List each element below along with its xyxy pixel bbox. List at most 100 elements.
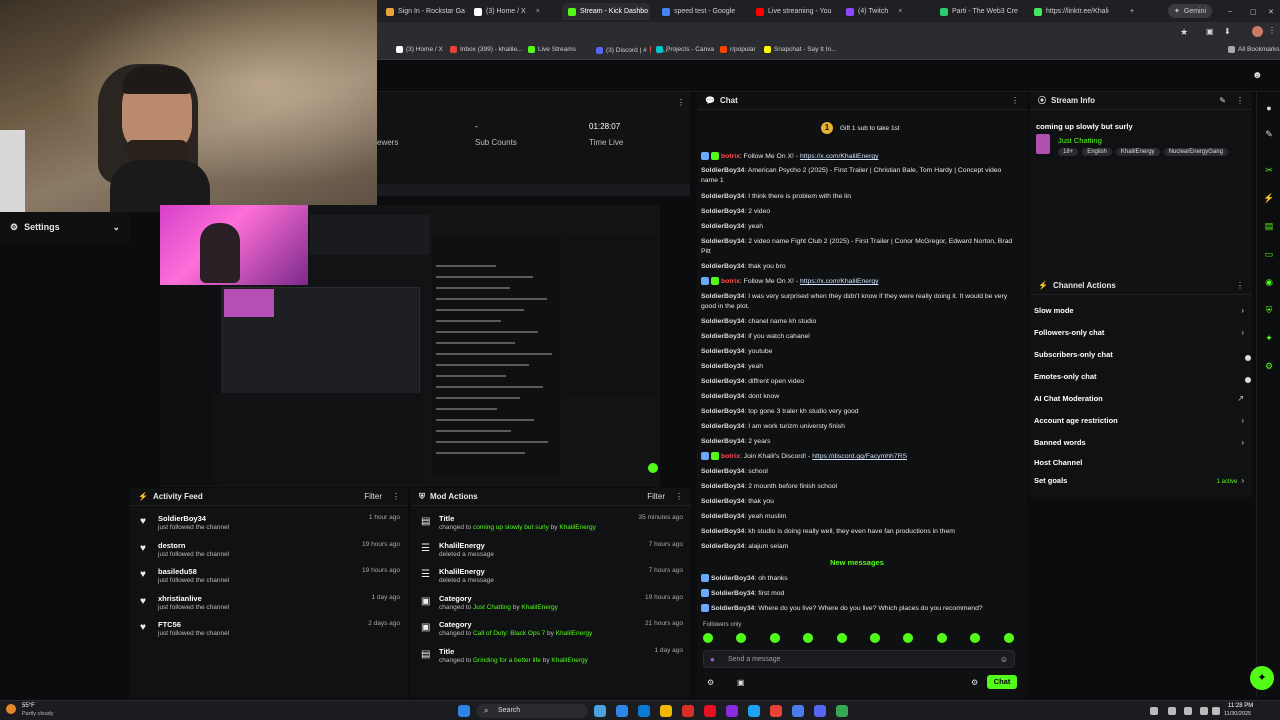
star-icon[interactable]: ★ [1180, 27, 1188, 38]
chat-message[interactable]: SoldierBoy34: 2 video [701, 207, 1019, 217]
taskbar-app-icon[interactable] [660, 705, 672, 717]
chat-username[interactable]: botrix [721, 153, 740, 160]
system-tray-icon[interactable] [1168, 707, 1176, 715]
gift-sub-text[interactable]: Gift 1 sub to take 1st [840, 125, 900, 132]
chat-username[interactable]: SoldierBoy34 [711, 590, 754, 597]
channel-action-item[interactable]: Host Channel [1034, 455, 1244, 469]
extensions-icon[interactable]: ▣ [1206, 27, 1214, 36]
mod-action-item[interactable]: ▤ Title changed to Grinding for a better l… [419, 647, 683, 671]
taskbar-app-icon[interactable] [726, 705, 738, 717]
stream-tag[interactable]: KhalilEnergy [1115, 148, 1160, 156]
bookmark-item[interactable]: r/popular [720, 46, 756, 53]
taskbar-app-icon[interactable] [836, 705, 848, 717]
stats-menu-icon[interactable]: ⋮ [677, 98, 685, 107]
close-tab-icon[interactable]: × [536, 8, 540, 15]
mod-action-item[interactable]: ☰ KhalilEnergy deleted a message 7 hours a… [419, 541, 683, 565]
chat-username[interactable]: SoldierBoy34 [701, 543, 744, 550]
chat-message[interactable]: botrix: Follow Me On X! - https://x.com/… [701, 152, 1019, 162]
chat-message[interactable]: botrix: Follow Me On X! - https://x.com/… [701, 277, 1019, 287]
emote-icon[interactable] [769, 633, 780, 643]
browser-tab[interactable]: Sign In - Rockstar Ga× [380, 3, 468, 20]
chat-username[interactable]: SoldierBoy34 [701, 318, 744, 325]
chat-username[interactable]: SoldierBoy34 [701, 528, 744, 535]
taskbar-app-icon[interactable] [594, 705, 606, 717]
chat-username[interactable]: SoldierBoy34 [701, 193, 744, 200]
mod-action-user[interactable]: KhalilEnergy [551, 657, 588, 664]
chat-username[interactable]: botrix [721, 278, 740, 285]
browser-tab[interactable]: Parti - The Web3 Cre× [934, 3, 1022, 20]
chat-message[interactable]: SoldierBoy34: top gone 3 traler kh studi… [701, 407, 1019, 417]
stream-tag[interactable]: 18+ [1058, 148, 1079, 156]
lightning-icon[interactable]: ⚡ [1263, 192, 1275, 204]
chat-username[interactable]: SoldierBoy34 [711, 575, 754, 582]
channel-action-item[interactable]: Account age restriction › [1034, 413, 1244, 427]
chat-username[interactable]: SoldierBoy34 [701, 423, 744, 430]
chat-message[interactable]: SoldierBoy34: kh studio is doing really … [701, 527, 1019, 537]
mod-filter-button[interactable]: Filter [647, 492, 665, 501]
bookmark-item[interactable]: All Bookmarks [1228, 46, 1280, 53]
stream-info-menu-icon[interactable]: ⋮ [1236, 96, 1244, 105]
wrench-icon[interactable]: ✦ [1263, 332, 1275, 344]
chat-username[interactable]: SoldierBoy34 [701, 223, 744, 230]
mod-action-user[interactable]: KhalilEnergy [556, 630, 593, 637]
chat-link[interactable]: https://discord.gg/Facymhh7RS [812, 453, 907, 460]
activity-item[interactable]: ♥ xhristianlive just followed the channel 1… [138, 594, 400, 618]
chat-message[interactable]: SoldierBoy34: chanel name kh studio [701, 317, 1019, 327]
taskbar-app-icon[interactable] [770, 705, 782, 717]
doc-icon[interactable]: ▤ [1263, 220, 1275, 232]
external-link-icon[interactable]: ↗ [1237, 394, 1244, 403]
chat-input[interactable]: ● Send a message ☺ [703, 650, 1015, 668]
chevron-right-icon[interactable]: › [1241, 306, 1244, 315]
menu-icon[interactable]: ⋮ [1268, 26, 1276, 35]
chat-link[interactable]: https://x.com/KhalilEnergy [800, 153, 879, 160]
gemini-button[interactable]: ✦ Gemini [1168, 4, 1213, 18]
system-tray-icon[interactable] [1184, 707, 1192, 715]
emote-icon[interactable] [803, 633, 814, 643]
gift-count-badge[interactable]: 1 [821, 122, 833, 134]
bookmark-item[interactable]: Inbox (399) - khalile... [450, 46, 523, 53]
bookmark-item[interactable]: Live Streams [528, 46, 576, 53]
taskbar-app-icon[interactable] [814, 705, 826, 717]
chat-message[interactable]: SoldierBoy34: Where do you live? Where d… [701, 604, 1019, 614]
activity-item[interactable]: ♥ destorn just followed the channel 19 hour… [138, 541, 400, 565]
emote-icon[interactable] [1003, 633, 1014, 643]
user-icon[interactable]: ☻ [1252, 70, 1263, 81]
browser-tab[interactable]: (4) Twitch × [840, 3, 928, 20]
taskbar-search[interactable]: ⌕ Search [476, 704, 588, 718]
profile-avatar[interactable] [1252, 26, 1263, 37]
activity-username[interactable]: destorn [158, 541, 186, 550]
chat-username[interactable]: SoldierBoy34 [711, 605, 754, 612]
close-tab-icon[interactable]: × [898, 8, 902, 15]
system-tray-icon[interactable] [1150, 707, 1158, 715]
chat-username[interactable]: SoldierBoy34 [701, 468, 744, 475]
stream-category[interactable]: Just Chatting [1058, 136, 1102, 145]
floating-action-button[interactable]: ✦ [1250, 666, 1274, 690]
chat-message[interactable]: SoldierBoy34: school [701, 467, 1019, 477]
taskbar-app-icon[interactable] [792, 705, 804, 717]
emote-icon[interactable] [703, 633, 713, 643]
chevron-right-icon[interactable]: › [1241, 416, 1244, 425]
channel-action-item[interactable]: Set goals 1 active › [1034, 473, 1244, 487]
bookmark-item[interactable]: (3) Home / X [396, 46, 443, 53]
chat-username[interactable]: SoldierBoy34 [701, 408, 744, 415]
mic-icon[interactable]: ◉ [1263, 276, 1275, 288]
mod-action-item[interactable]: ▣ Category changed to Call of Duty: Black … [419, 620, 683, 644]
chat-message[interactable]: SoldierBoy34: yeah [701, 222, 1019, 232]
activity-username[interactable]: xhristianlive [158, 594, 202, 603]
chat-menu-icon[interactable]: ⋮ [1011, 96, 1019, 105]
browser-tab[interactable]: speed test - Google× [656, 3, 744, 20]
chat-message[interactable]: SoldierBoy34: thak you [701, 497, 1019, 507]
mod-menu-icon[interactable]: ⋮ [675, 492, 683, 501]
chevron-right-icon[interactable]: › [1241, 328, 1244, 337]
chat-username[interactable]: SoldierBoy34 [701, 263, 744, 270]
taskbar-app-icon[interactable] [748, 705, 760, 717]
activity-username[interactable]: FTC56 [158, 620, 181, 629]
activity-username[interactable]: basiledu58 [158, 567, 197, 576]
stream-tag[interactable]: English [1082, 148, 1112, 156]
new-tab-button[interactable]: + [1124, 3, 1140, 20]
browser-tab[interactable]: (3) Home / X × [468, 3, 556, 20]
chat-message[interactable]: botrix: Join Khalil's Discord! - https:/… [701, 452, 1019, 462]
chat-username[interactable]: SoldierBoy34 [701, 513, 744, 520]
chat-message[interactable]: SoldierBoy34: I was very surprised when … [701, 292, 1019, 312]
maximize-icon[interactable]: ▢ [1244, 3, 1256, 20]
